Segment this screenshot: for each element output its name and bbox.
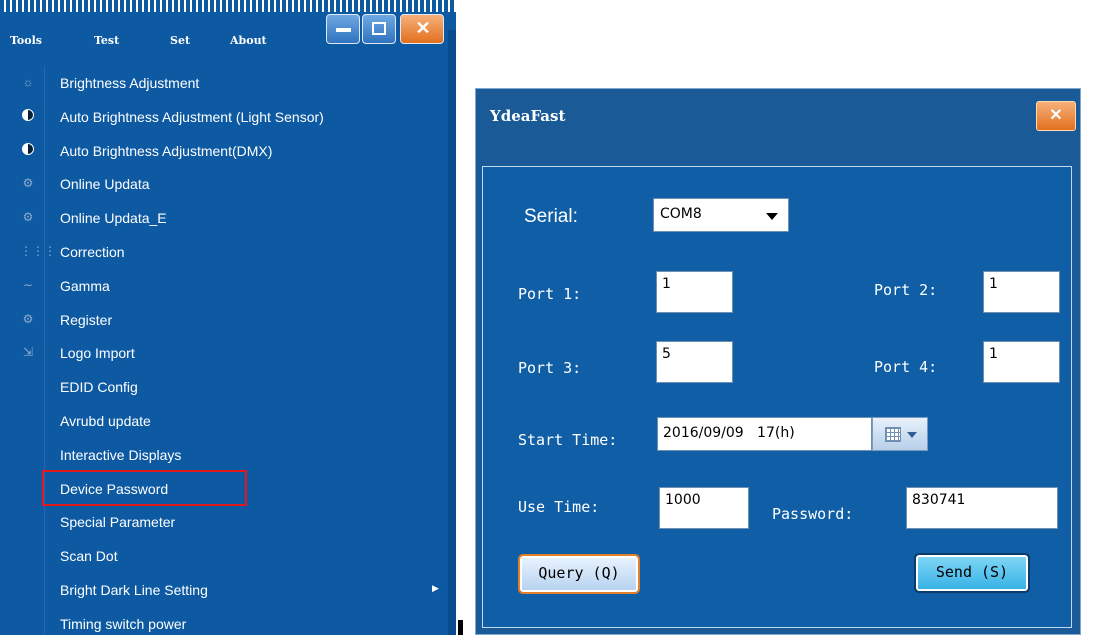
submenu-arrow-icon: ▶ (432, 583, 439, 593)
menu-tools[interactable]: Tools (10, 34, 42, 47)
menu-about[interactable]: About (230, 34, 267, 47)
chevron-down-icon (766, 213, 778, 220)
menu-item-label: Avrubd update (60, 413, 151, 429)
gear-icon: ⚙ (22, 311, 34, 326)
menu-item-interactive-displays[interactable]: Interactive Displays (0, 438, 448, 472)
menu-item-online-updata[interactable]: ⚙ Online Updata (0, 167, 448, 201)
menu-item-label: Correction (60, 244, 125, 260)
curve-icon: ∼ (22, 277, 34, 292)
serial-label: Serial: (524, 206, 578, 227)
tools-menu-window: Tools Test Set About ✕ ☼ Brightness Adjus… (0, 0, 456, 635)
menu-item-auto-brightness-adjustment-dmx[interactable]: Auto Brightness Adjustment(DMX) (0, 134, 448, 168)
menu-item-avrubd-update[interactable]: Avrubd update (0, 404, 448, 438)
start-time-field[interactable]: 2016/09/09 17(h) (657, 417, 872, 451)
grid-icon: ⋮⋮⋮ (20, 244, 56, 258)
maximize-icon (372, 22, 386, 35)
chevron-down-icon (907, 432, 917, 438)
minimize-button[interactable] (326, 14, 360, 44)
menu-item-label: Scan Dot (60, 548, 118, 565)
menu-item-brightness-adjustment[interactable]: ☼ Brightness Adjustment (0, 66, 448, 100)
password-field[interactable]: 830741 (906, 487, 1058, 529)
port3-field[interactable]: 5 (656, 341, 733, 383)
use-time-label: Use Time: (518, 498, 600, 516)
port4-label: Port 4: (874, 358, 938, 376)
gear-icon: ⚙ (22, 176, 34, 191)
menu-item-special-parameter[interactable]: Special Parameter (0, 505, 448, 539)
menubar: Tools Test Set About ✕ (0, 12, 456, 64)
ydeafast-dialog: YdeaFast ✕ Serial: COM8 Port 1: 1 Port 2… (475, 88, 1081, 635)
half-circle-icon (22, 108, 34, 121)
port2-field[interactable]: 1 (983, 271, 1060, 313)
port2-label: Port 2: (874, 281, 938, 299)
menu-item-scan-dot[interactable]: Scan Dot (0, 539, 448, 573)
menu-item-label: Interactive Displays (60, 446, 182, 463)
menu-item-correction[interactable]: ⋮⋮⋮ Correction (0, 235, 448, 269)
menu-item-label: Online Updata (60, 176, 150, 193)
menu-item-auto-brightness-adjustment-light-sensor[interactable]: Auto Brightness Adjustment (Light Sensor… (0, 100, 448, 134)
port3-label: Port 3: (518, 359, 582, 377)
port1-field[interactable]: 1 (656, 271, 733, 313)
menu-item-logo-import[interactable]: ⇲ Logo Import (0, 336, 448, 370)
port1-label: Port 1: (518, 285, 582, 303)
menu-item-label: Brightness Adjustment (60, 75, 200, 91)
menu-item-label: EDID Config (60, 379, 138, 396)
calendar-picker-button[interactable] (872, 417, 928, 451)
import-icon: ⇲ (22, 345, 34, 360)
minimize-icon (336, 28, 351, 32)
send-button[interactable]: Send (S) (914, 553, 1030, 593)
menu-item-bright-dark-line-setting[interactable]: Bright Dark Line Setting ▶ (0, 573, 448, 607)
menu-item-label: Auto Brightness Adjustment (Light Sensor… (60, 108, 324, 125)
menu-item-label: Logo Import (60, 345, 135, 362)
device-password-highlight (42, 470, 247, 506)
close-icon: ✕ (415, 18, 431, 38)
sun-icon: ☼ (22, 75, 34, 89)
menu-item-online-updata-e[interactable]: ⚙ Online Updata_E (0, 201, 448, 235)
gear-icon: ⚙ (22, 210, 34, 225)
password-label: Password: (772, 505, 854, 523)
menu-item-edid-config[interactable]: EDID Config (0, 370, 448, 404)
black-mark (458, 620, 463, 635)
menu-item-label: Timing switch power (60, 615, 187, 632)
window-right-edge (448, 30, 456, 635)
dialog-title: YdeaFast (490, 107, 566, 125)
serial-select[interactable]: COM8 (653, 198, 789, 232)
menu-test[interactable]: Test (94, 34, 119, 47)
port4-field[interactable]: 1 (983, 341, 1060, 383)
close-icon: ✕ (1049, 107, 1063, 124)
menu-item-label: Auto Brightness Adjustment(DMX) (60, 142, 273, 159)
menu-item-timing-switch-power[interactable]: Timing switch power (0, 607, 448, 635)
menu-item-label: Gamma (60, 277, 110, 294)
use-time-field[interactable]: 1000 (659, 487, 749, 529)
calendar-icon (885, 427, 901, 442)
menu-item-register[interactable]: ⚙ Register (0, 303, 448, 337)
menu-item-label: Special Parameter (60, 514, 176, 531)
half-circle-icon (22, 142, 34, 155)
menu-item-gamma[interactable]: ∼ Gamma (0, 269, 448, 303)
maximize-button[interactable] (362, 14, 396, 44)
menu-set[interactable]: Set (170, 34, 190, 47)
dialog-close-button[interactable]: ✕ (1036, 101, 1076, 131)
menu-item-label: Online Updata_E (60, 210, 167, 227)
query-button[interactable]: Query (Q) (518, 554, 640, 594)
serial-value: COM8 (660, 206, 702, 222)
start-time-label: Start Time: (518, 431, 618, 449)
menu-item-label: Register (60, 311, 113, 328)
menu-item-label: Bright Dark Line Setting (60, 582, 208, 598)
close-button[interactable]: ✕ (400, 14, 444, 44)
